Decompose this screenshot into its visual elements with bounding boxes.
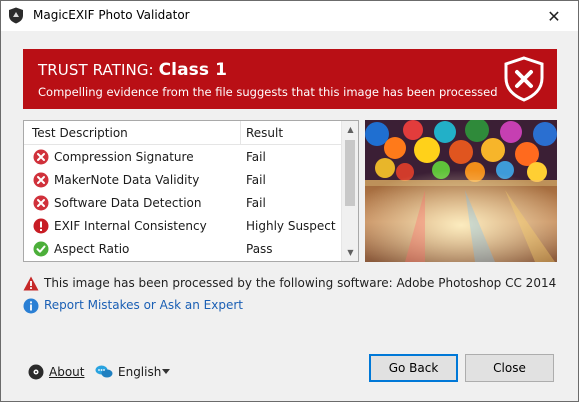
warning-triangle-icon — [23, 276, 39, 291]
row-description: Aspect Ratio — [54, 242, 130, 256]
shield-x-icon — [504, 56, 544, 102]
report-link-text[interactable]: Report Mistakes or Ask an Expert — [44, 298, 243, 312]
error-circle-icon — [33, 149, 49, 165]
header-result[interactable]: Result — [246, 126, 283, 140]
scroll-down-icon[interactable]: ▼ — [342, 244, 358, 261]
row-description: EXIF Internal Consistency — [54, 219, 207, 233]
row-description: Software Data Detection — [54, 196, 202, 210]
trust-rating-title: TRUST RATING: Class 1 — [38, 60, 227, 80]
scroll-thumb[interactable] — [345, 140, 355, 206]
row-description: MakerNote Data Validity — [54, 173, 200, 187]
table-row[interactable]: MakerNote Data Validity Fail — [24, 169, 342, 192]
disc-icon — [28, 364, 44, 380]
table-header: Test Description Result — [24, 121, 342, 145]
table-row[interactable]: EXIF Internal Consistency Highly Suspect — [24, 215, 342, 238]
trust-rating-prefix: TRUST RATING: — [38, 61, 159, 79]
trust-rating-class: Class 1 — [158, 60, 228, 80]
about-label[interactable]: About — [49, 365, 84, 379]
error-circle-icon — [33, 195, 49, 211]
language-label[interactable]: English — [118, 365, 161, 379]
error-circle-icon — [33, 172, 49, 188]
trust-rating-banner: TRUST RATING: Class 1 Compelling evidenc… — [23, 49, 557, 109]
test-results-table: Test Description Result Compression Sign… — [23, 120, 359, 262]
row-result: Fail — [246, 173, 266, 187]
scroll-up-icon[interactable]: ▲ — [342, 121, 358, 138]
exclamation-circle-icon — [33, 218, 49, 234]
row-result: Fail — [246, 196, 266, 210]
table-scrollbar[interactable]: ▲ ▼ — [341, 121, 358, 261]
chevron-down-icon[interactable] — [162, 369, 170, 374]
app-shield-icon — [9, 7, 23, 24]
software-warning: This image has been processed by the fol… — [23, 275, 557, 293]
table-row[interactable]: Software Data Detection Fail — [24, 192, 342, 215]
close-button[interactable]: Close — [465, 354, 554, 382]
software-warning-text: This image has been processed by the fol… — [44, 276, 557, 290]
row-result: Pass — [246, 242, 273, 256]
table-row[interactable]: Compression Signature Fail — [24, 146, 342, 169]
go-back-button[interactable]: Go Back — [369, 354, 458, 382]
column-separator[interactable] — [240, 121, 241, 145]
table-row[interactable]: Aspect Ratio Pass — [24, 238, 342, 261]
row-description: Compression Signature — [54, 150, 194, 164]
row-result: Highly Suspect — [246, 219, 336, 233]
row-result: Fail — [246, 150, 266, 164]
window-title: MagicEXIF Photo Validator — [33, 8, 190, 22]
header-test-description[interactable]: Test Description — [32, 126, 128, 140]
info-icon — [23, 298, 39, 314]
window-close-icon[interactable]: ✕ — [544, 6, 564, 26]
validator-window: MagicEXIF Photo Validator ✕ TRUST RATING… — [0, 0, 579, 402]
check-circle-icon — [33, 241, 49, 257]
title-bar: MagicEXIF Photo Validator ✕ — [1, 1, 578, 31]
speech-bubbles-icon — [95, 365, 113, 378]
image-preview — [365, 120, 557, 262]
trust-rating-subtitle: Compelling evidence from the file sugges… — [38, 85, 498, 99]
